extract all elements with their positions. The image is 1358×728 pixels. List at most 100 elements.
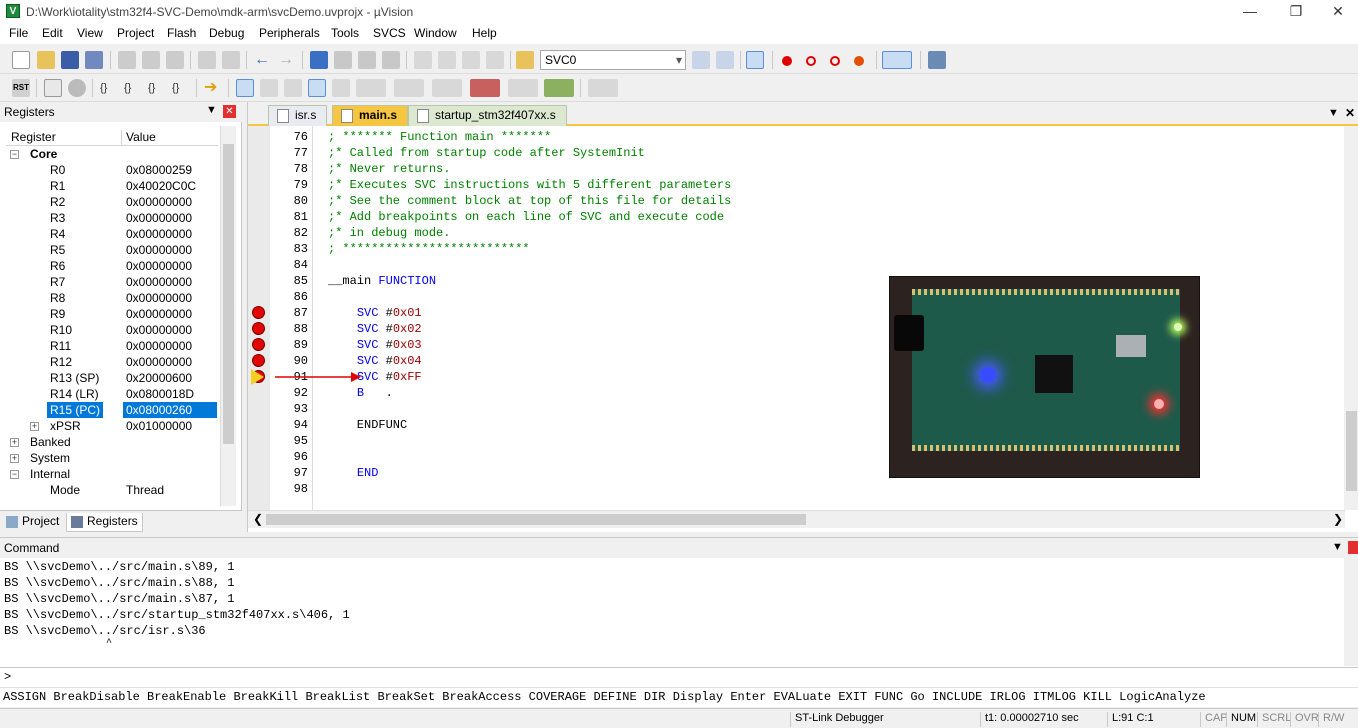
code-line[interactable]: ;* See the comment block at top of this …	[328, 194, 731, 208]
unindent-icon[interactable]	[438, 51, 456, 69]
analysis-windows-icon[interactable]	[470, 79, 500, 97]
stop-icon[interactable]	[68, 79, 86, 97]
register-value[interactable]: 0x01000000	[126, 418, 192, 434]
register-row[interactable]: R7 0x00000000	[6, 274, 218, 290]
reset-icon[interactable]: RST	[12, 79, 30, 97]
code-line[interactable]: ;* Called from startup code after System…	[328, 146, 645, 160]
new-file-icon[interactable]	[12, 51, 30, 69]
register-row[interactable]: R12 0x00000000	[6, 354, 218, 370]
register-value[interactable]: 0x00000000	[126, 274, 192, 290]
expand-icon[interactable]: +	[30, 422, 39, 431]
code-line[interactable]: ; ******* Function main *******	[328, 130, 551, 144]
step-into-icon[interactable]: {}	[100, 79, 118, 97]
memory-windows-icon[interactable]	[394, 79, 424, 97]
register-row[interactable]: R8 0x00000000	[6, 290, 218, 306]
undo-icon[interactable]	[198, 51, 216, 69]
comment-icon[interactable]	[462, 51, 480, 69]
menu-flash[interactable]: Flash	[167, 26, 196, 40]
next-bookmark-icon[interactable]	[358, 51, 376, 69]
register-row[interactable]: R11 0x00000000	[6, 338, 218, 354]
register-row[interactable]: R6 0x00000000	[6, 258, 218, 274]
tab-project[interactable]: Project	[2, 513, 63, 532]
scroll-thumb[interactable]	[266, 514, 806, 525]
insert-breakpoint-icon[interactable]	[782, 56, 792, 66]
command-window-icon[interactable]	[236, 79, 254, 97]
tab-main-s[interactable]: main.s	[332, 105, 409, 126]
scroll-thumb[interactable]	[1346, 411, 1357, 491]
bookmark-icon[interactable]	[310, 51, 328, 69]
close-panel-icon[interactable]: ✕	[223, 105, 236, 118]
paste-icon[interactable]	[166, 51, 184, 69]
register-value[interactable]: 0x00000000	[126, 338, 192, 354]
enable-breakpoint-icon[interactable]	[806, 56, 816, 66]
scroll-thumb[interactable]	[223, 144, 234, 444]
code-line[interactable]: SVC #0x01	[328, 306, 422, 320]
code-line[interactable]: SVC #0x03	[328, 338, 422, 352]
command-scrollbar[interactable]	[1344, 558, 1358, 666]
find-in-files-icon[interactable]	[516, 51, 534, 69]
code-line[interactable]: SVC #0x02	[328, 322, 422, 336]
register-value[interactable]: 0x00000000	[126, 226, 192, 242]
register-value[interactable]: 0x00000000	[126, 354, 192, 370]
tree-node-core[interactable]: − Core	[6, 146, 218, 162]
restore-button[interactable]: ❐	[1273, 0, 1319, 24]
command-input[interactable]: >	[0, 667, 1358, 687]
register-value[interactable]: 0x00000000	[126, 306, 192, 322]
code-line[interactable]: B .	[328, 386, 393, 400]
menu-debug[interactable]: Debug	[209, 26, 244, 40]
menu-project[interactable]: Project	[117, 26, 154, 40]
register-row[interactable]: R2 0x00000000	[6, 194, 218, 210]
scroll-left-icon[interactable]: ❮	[253, 512, 263, 526]
menu-window[interactable]: Window	[414, 26, 457, 40]
redo-icon[interactable]	[222, 51, 240, 69]
register-value[interactable]: 0x0800018D	[126, 386, 194, 402]
editor-horizontal-scrollbar[interactable]: ❮ ❯	[248, 510, 1345, 528]
code-line[interactable]: __main FUNCTION	[328, 274, 436, 288]
tab-isr-s[interactable]: isr.s	[268, 105, 328, 126]
breakpoint-icon[interactable]	[252, 306, 265, 319]
register-row-selected[interactable]: R15 (PC) 0x08000260	[6, 402, 218, 418]
registers-scrollbar[interactable]	[220, 126, 236, 506]
register-row[interactable]: R10 0x00000000	[6, 322, 218, 338]
code-line[interactable]: ; **************************	[328, 242, 530, 256]
target-select[interactable]: SVC0 ▾	[540, 50, 686, 70]
register-value[interactable]: 0x40020C0C	[126, 178, 196, 194]
code-line[interactable]: ;* Add breakpoints on each line of SVC a…	[328, 210, 724, 224]
close-panel-icon[interactable]	[1348, 541, 1358, 554]
expand-icon[interactable]: +	[10, 454, 19, 463]
pin-icon[interactable]: ▼	[1332, 541, 1343, 553]
menu-peripherals[interactable]: Peripherals	[259, 26, 320, 40]
code-line[interactable]: END	[328, 466, 379, 480]
menu-edit[interactable]: Edit	[42, 26, 63, 40]
register-row[interactable]: R0 0x08000259	[6, 162, 218, 178]
copy-icon[interactable]	[142, 51, 160, 69]
save-icon[interactable]	[61, 51, 79, 69]
register-value[interactable]: 0x00000000	[126, 210, 192, 226]
toolbox-icon[interactable]	[588, 79, 618, 97]
tab-startup-s[interactable]: startup_stm32f407xx.s	[408, 105, 567, 126]
save-all-icon[interactable]	[85, 51, 103, 69]
collapse-icon[interactable]: −	[10, 470, 19, 479]
register-row[interactable]: R14 (LR) 0x0800018D	[6, 386, 218, 402]
breakpoint-icon[interactable]	[252, 322, 265, 335]
breakpoint-icon[interactable]	[252, 338, 265, 351]
step-out-icon[interactable]: {}	[148, 79, 166, 97]
uncomment-icon[interactable]	[486, 51, 504, 69]
open-folder-icon[interactable]	[37, 51, 55, 69]
register-value[interactable]: 0x00000000	[126, 290, 192, 306]
tabs-dropdown-icon[interactable]: ▼	[1328, 107, 1339, 119]
indent-icon[interactable]	[414, 51, 432, 69]
nav-back-icon[interactable]: ←	[254, 51, 272, 69]
code-line[interactable]: SVC #0x04	[328, 354, 422, 368]
code-line[interactable]: ;* Never returns.	[328, 162, 450, 176]
tree-node-banked[interactable]: + Banked	[6, 434, 218, 450]
watch-windows-icon[interactable]	[356, 79, 386, 97]
register-value[interactable]: 0x00000000	[126, 258, 192, 274]
cut-icon[interactable]	[118, 51, 136, 69]
nav-forward-icon[interactable]: →	[278, 51, 296, 69]
debug-session-icon[interactable]	[746, 51, 764, 69]
show-next-statement-icon[interactable]: ➔	[204, 79, 222, 97]
symbols-window-icon[interactable]	[284, 79, 302, 97]
code-line[interactable]: ;* Executes SVC instructions with 5 diff…	[328, 178, 731, 192]
system-viewer-icon[interactable]	[544, 79, 574, 97]
